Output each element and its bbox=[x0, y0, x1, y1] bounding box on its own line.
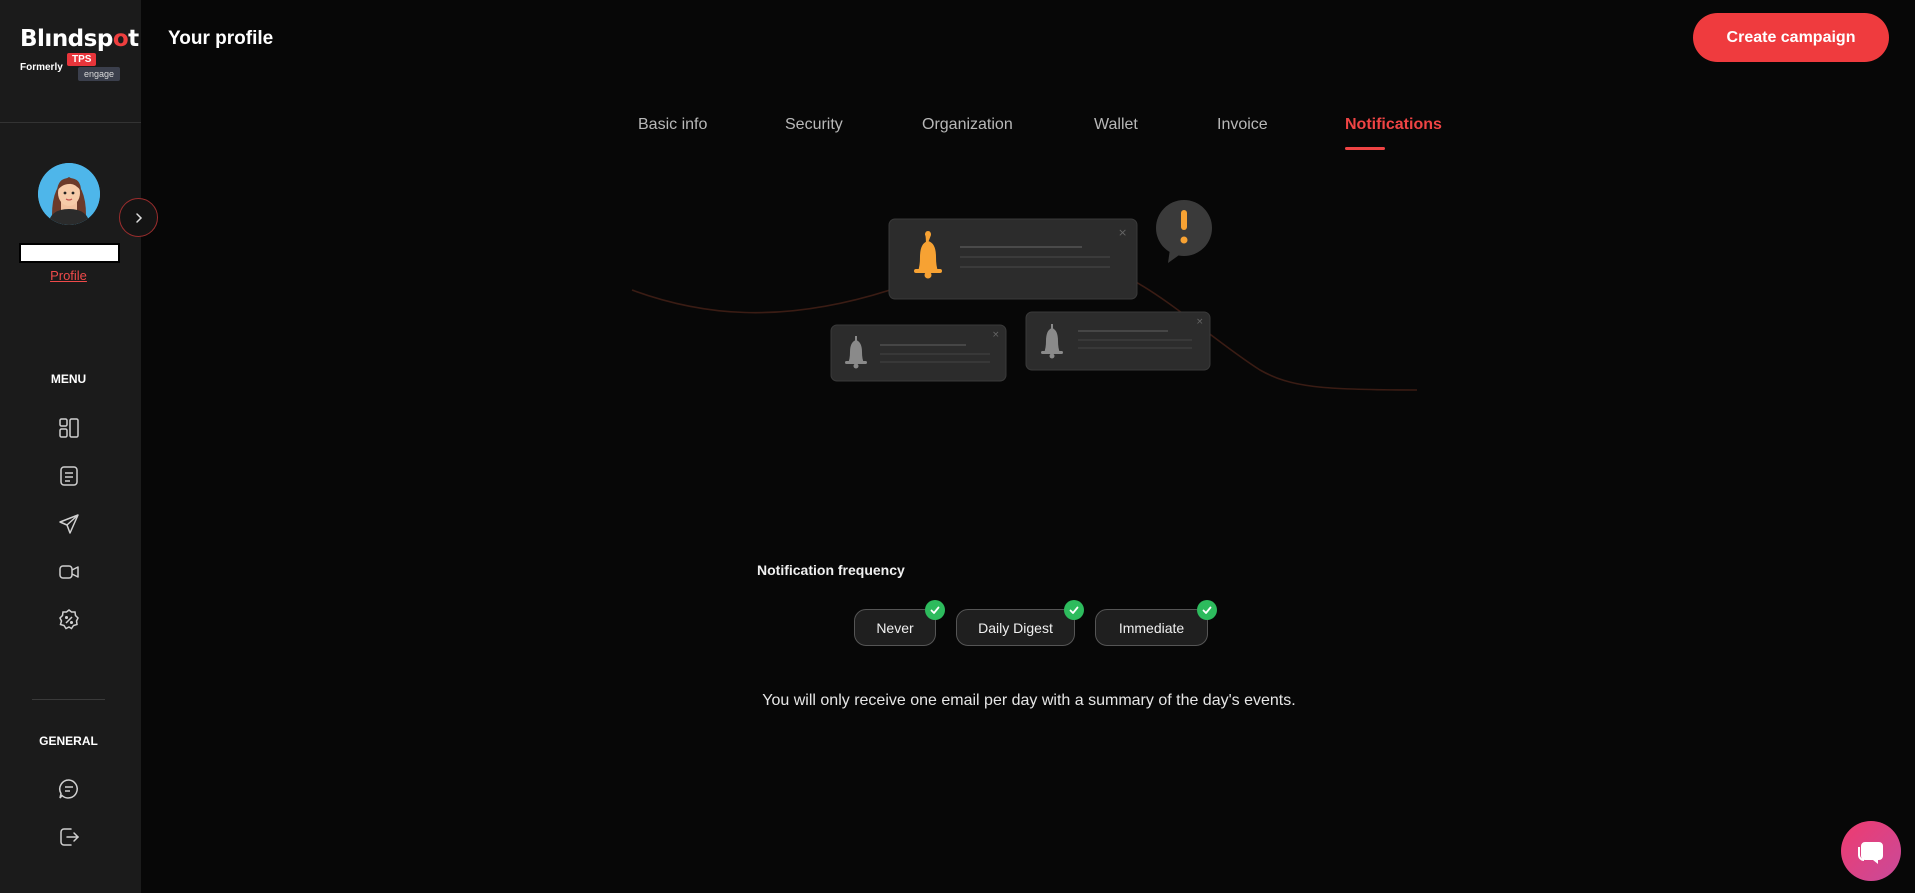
chevron-right-icon bbox=[135, 212, 142, 223]
profile-link[interactable]: Profile bbox=[0, 268, 137, 283]
alert-icon bbox=[1156, 200, 1212, 263]
page-title: Your profile bbox=[168, 28, 274, 49]
tab-invoice[interactable]: Invoice bbox=[1217, 116, 1268, 134]
brand-tps-badge: TPS bbox=[67, 53, 97, 66]
sidebar-expand-button[interactable] bbox=[119, 198, 158, 237]
profile-tabs: Basic info Security Organization Wallet … bbox=[0, 116, 1915, 156]
option-label: Never bbox=[876, 619, 914, 636]
frequency-option-immediate[interactable]: Immediate bbox=[1095, 600, 1217, 646]
tab-organization[interactable]: Organization bbox=[922, 116, 1013, 134]
chat-bubble-icon[interactable] bbox=[56, 776, 82, 802]
option-label: Immediate bbox=[1118, 619, 1185, 636]
dashboard-icon[interactable] bbox=[56, 415, 82, 441]
brand-logo[interactable]: Blı ndspot Formerly TPS engage bbox=[20, 26, 139, 86]
svg-text:×: × bbox=[1196, 317, 1204, 327]
discount-icon[interactable] bbox=[56, 607, 82, 633]
create-campaign-button[interactable]: Create campaign bbox=[1693, 13, 1889, 62]
option-label: Daily Digest bbox=[978, 619, 1053, 636]
check-icon bbox=[1197, 600, 1217, 620]
frequency-label: Notification frequency bbox=[757, 562, 905, 578]
list-icon[interactable] bbox=[56, 463, 82, 489]
tab-wallet[interactable]: Wallet bbox=[1094, 116, 1138, 134]
tab-basic-info[interactable]: Basic info bbox=[638, 116, 707, 134]
logout-icon[interactable] bbox=[56, 824, 82, 850]
video-icon[interactable] bbox=[56, 559, 82, 585]
check-icon bbox=[925, 600, 945, 620]
svg-text:×: × bbox=[992, 330, 1000, 340]
chat-widget-button[interactable] bbox=[1841, 821, 1901, 881]
chat-icon bbox=[1858, 842, 1883, 864]
notifications-illustration: × × × bbox=[630, 195, 1420, 405]
frequency-option-daily-digest[interactable]: Daily Digest bbox=[956, 600, 1084, 646]
brand-formerly: Formerly bbox=[20, 62, 63, 73]
menu-heading: MENU bbox=[50, 372, 87, 386]
svg-text:×: × bbox=[1118, 226, 1127, 239]
avatar[interactable] bbox=[38, 163, 100, 225]
brand-wordmark: Blı ndspot bbox=[20, 26, 139, 52]
frequency-option-never[interactable]: Never bbox=[854, 600, 945, 646]
user-name-field bbox=[19, 243, 120, 263]
tab-security[interactable]: Security bbox=[785, 116, 843, 134]
general-heading: GENERAL bbox=[39, 734, 98, 748]
active-tab-indicator bbox=[1345, 147, 1385, 150]
frequency-description: You will only receive one email per day … bbox=[762, 692, 1296, 709]
send-icon[interactable] bbox=[56, 511, 82, 537]
check-icon bbox=[1064, 600, 1084, 620]
tab-notifications[interactable]: Notifications bbox=[1345, 116, 1442, 134]
brand-engage-badge: engage bbox=[78, 67, 121, 81]
